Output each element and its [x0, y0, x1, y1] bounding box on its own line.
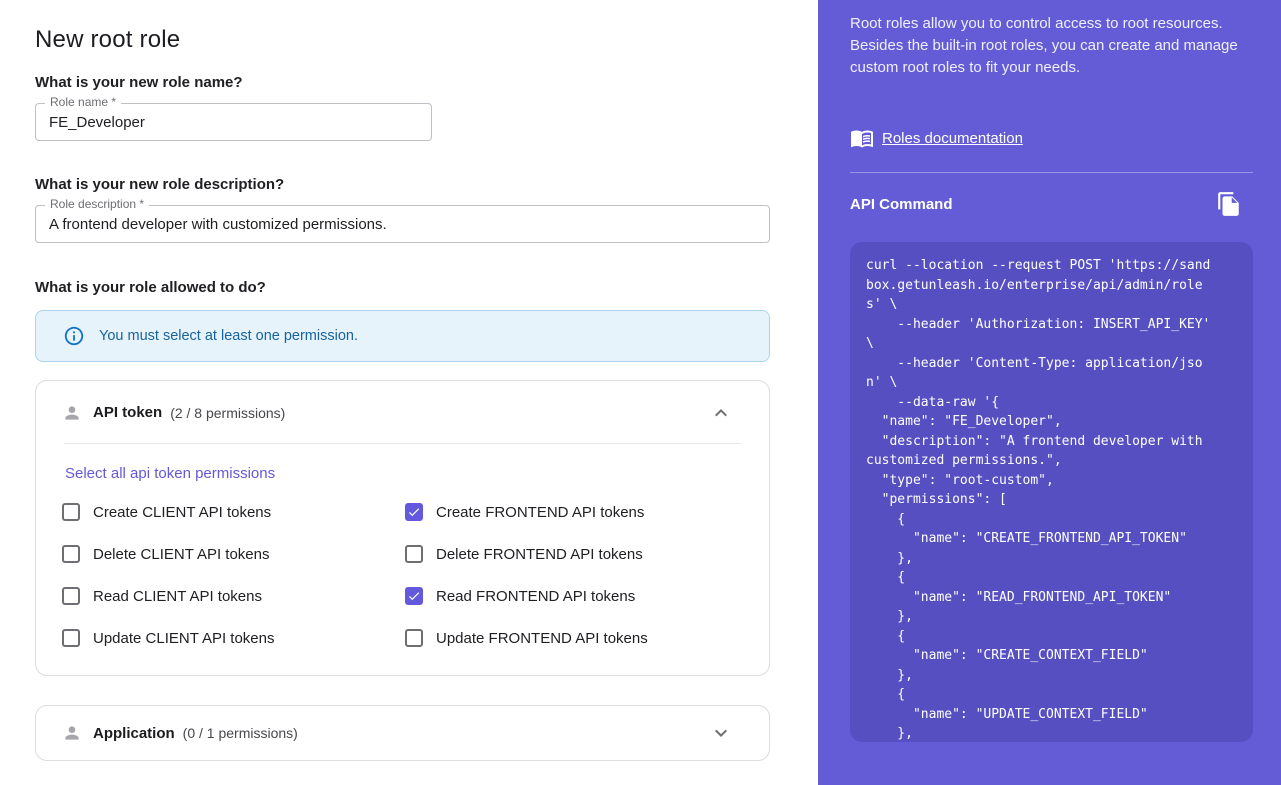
role-name-label: Role name * [45, 95, 121, 109]
menu-book-icon [850, 126, 874, 150]
checkbox-label: Read FRONTEND API tokens [436, 588, 635, 605]
section-count: (0 / 1 permissions) [183, 725, 298, 741]
info-icon [63, 325, 85, 347]
chevron-up-icon [709, 401, 733, 425]
role-description-label: Role description * [45, 197, 149, 211]
permission-checkbox-row[interactable]: Update FRONTEND API tokens [405, 629, 648, 647]
section-title: API token [93, 404, 162, 421]
select-all-api-token-permissions-link[interactable]: Select all api token permissions [65, 465, 275, 482]
checkbox-unchecked-icon[interactable] [62, 629, 80, 647]
permission-checkbox-row[interactable]: Delete FRONTEND API tokens [405, 545, 648, 563]
alert-text: You must select at least one permission. [99, 328, 358, 344]
permission-checkbox-row[interactable]: Create CLIENT API tokens [62, 503, 405, 521]
sidebar: Root roles allow you to control access t… [818, 0, 1281, 785]
role-name-question: What is your new role name? [35, 74, 243, 91]
section-title: Application [93, 725, 175, 742]
permission-checkbox-row[interactable]: Update CLIENT API tokens [62, 629, 405, 647]
checkbox-unchecked-icon[interactable] [62, 545, 80, 563]
permission-checkbox-row[interactable]: Read CLIENT API tokens [62, 587, 405, 605]
checkbox-unchecked-icon[interactable] [405, 545, 423, 563]
copy-icon [1216, 191, 1242, 217]
api-token-section-header[interactable]: API token (2 / 8 permissions) [36, 381, 769, 444]
checkbox-checked-icon[interactable] [405, 587, 423, 605]
permission-checkbox-grid: Create CLIENT API tokens Create FRONTEND … [62, 503, 648, 647]
permission-checkbox-row[interactable]: Read FRONTEND API tokens [405, 587, 648, 605]
chevron-down-icon [709, 721, 733, 745]
checkbox-unchecked-icon[interactable] [62, 587, 80, 605]
sidebar-description: Root roles allow you to control access t… [850, 13, 1250, 79]
checkbox-label: Create CLIENT API tokens [93, 504, 271, 521]
checkbox-checked-icon[interactable] [405, 503, 423, 521]
checkbox-unchecked-icon[interactable] [62, 503, 80, 521]
permissions-question: What is your role allowed to do? [35, 279, 266, 296]
api-command-code: curl --location --request POST 'https://… [850, 242, 1253, 742]
docs-link-row: Roles documentation [850, 126, 1023, 150]
permission-alert: You must select at least one permission. [35, 310, 770, 362]
permission-checkbox-row[interactable]: Delete CLIENT API tokens [62, 545, 405, 563]
api-token-section: API token (2 / 8 permissions) Select all… [35, 380, 770, 676]
role-name-field: Role name * [35, 103, 432, 141]
api-command-row: API Command [850, 189, 1253, 219]
section-divider [64, 443, 741, 444]
checkbox-label: Update FRONTEND API tokens [436, 630, 648, 647]
role-description-field: Role description * [35, 205, 770, 243]
api-command-title: API Command [850, 196, 953, 213]
page-title: New root role [35, 26, 180, 54]
copy-button[interactable] [1215, 190, 1243, 218]
checkbox-label: Read CLIENT API tokens [93, 588, 262, 605]
checkbox-unchecked-icon[interactable] [405, 629, 423, 647]
application-section: Application (0 / 1 permissions) [35, 705, 770, 761]
role-description-question: What is your new role description? [35, 176, 284, 193]
form-panel: New root role What is your new role name… [0, 0, 818, 785]
permission-checkbox-row[interactable]: Create FRONTEND API tokens [405, 503, 648, 521]
person-icon [62, 723, 82, 743]
sidebar-divider [850, 172, 1253, 173]
checkbox-label: Update CLIENT API tokens [93, 630, 275, 647]
application-section-header[interactable]: Application (0 / 1 permissions) [36, 706, 769, 760]
checkbox-label: Delete CLIENT API tokens [93, 546, 269, 563]
section-count: (2 / 8 permissions) [170, 405, 285, 421]
new-root-role-page: New root role What is your new role name… [0, 0, 1281, 785]
checkbox-label: Create FRONTEND API tokens [436, 504, 644, 521]
person-icon [62, 403, 82, 423]
checkbox-label: Delete FRONTEND API tokens [436, 546, 643, 563]
roles-documentation-link[interactable]: Roles documentation [882, 130, 1023, 147]
